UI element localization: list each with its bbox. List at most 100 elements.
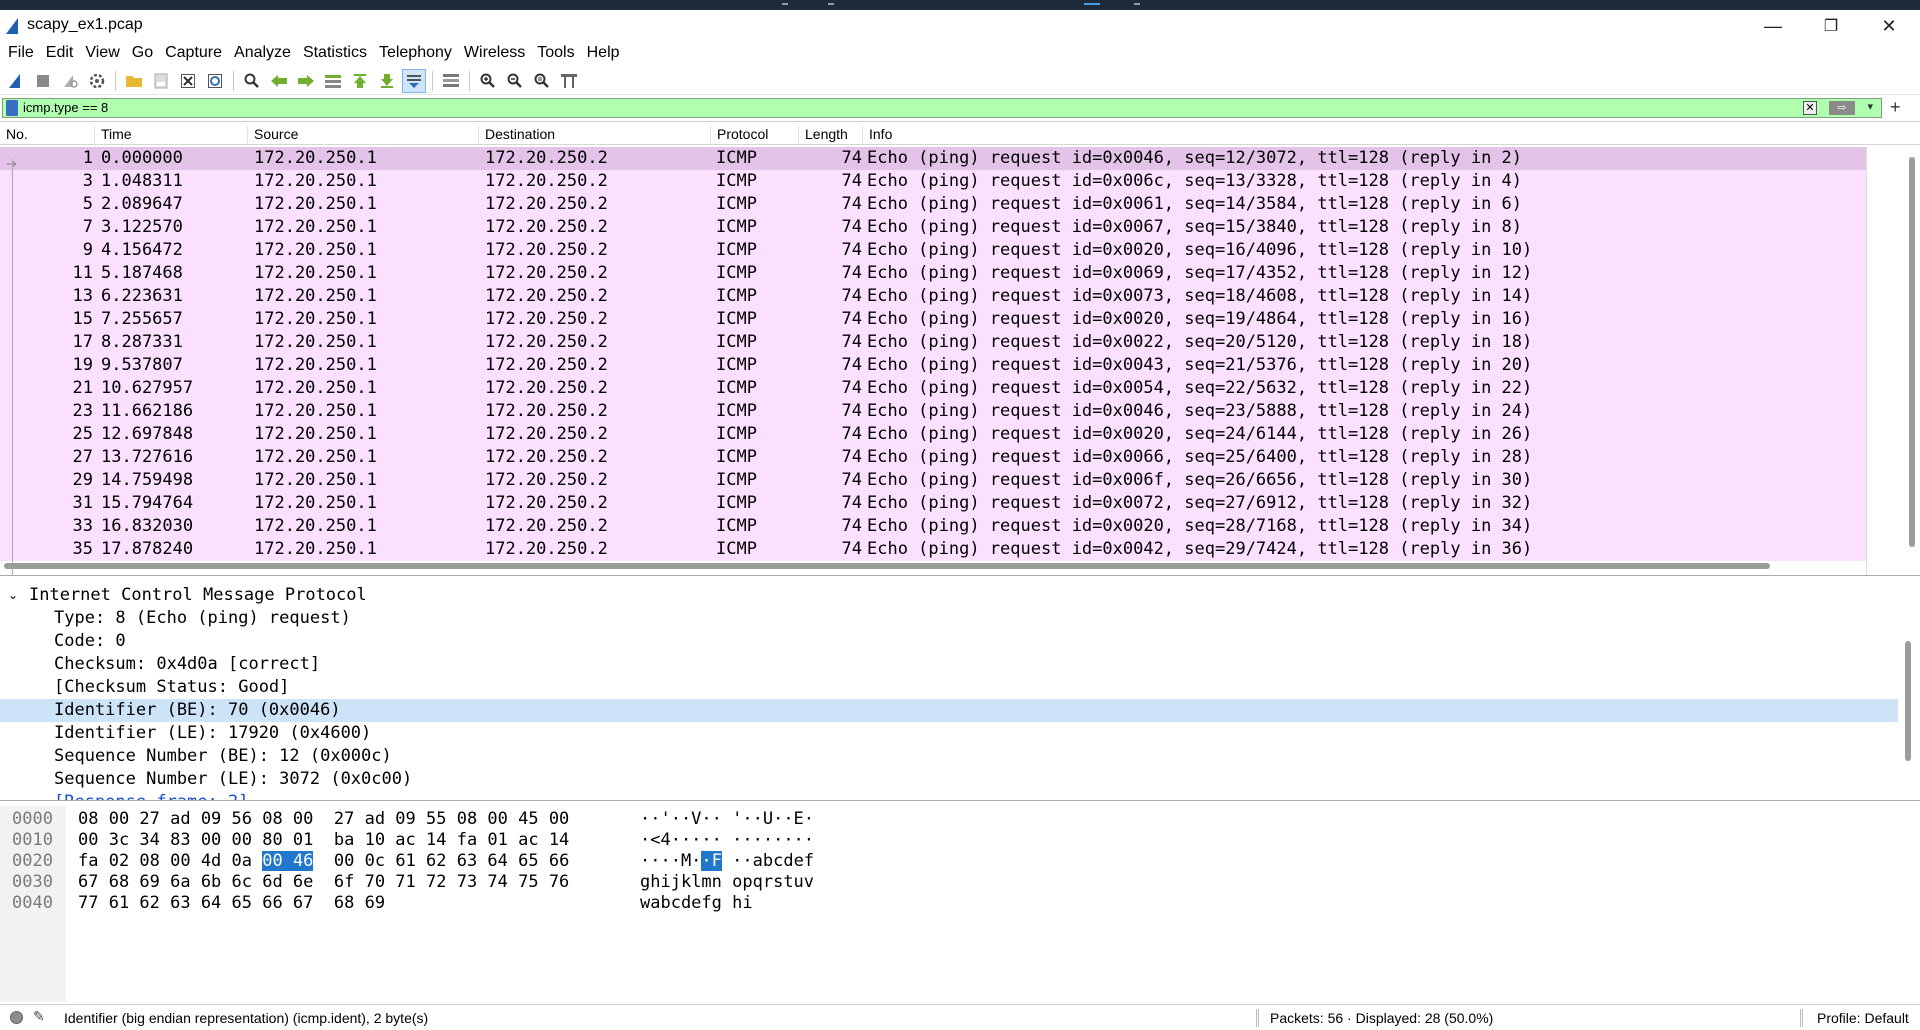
packet-row[interactable]: 17 8.287331 172.20.250.1 172.20.250.2 ICMP 74…: [0, 331, 1866, 354]
back-arrow-icon[interactable]: [267, 69, 291, 93]
cell-info: Echo (ping) request id=0x0073, seq=18/46…: [867, 286, 1533, 306]
packet-row[interactable]: 11 5.187468 172.20.250.1 172.20.250.2 ICMP 74…: [0, 262, 1866, 285]
byte-row[interactable]: 0020 fa 02 08 00 4d 0a 00 46 00 0c 61 62 …: [0, 851, 1000, 872]
packet-row[interactable]: 23 11.662186 172.20.250.1 172.20.250.2 ICMP 7…: [0, 400, 1866, 423]
cell-info: Echo (ping) request id=0x0020, seq=24/61…: [867, 424, 1533, 444]
column-header-protocol[interactable]: Protocol: [711, 126, 799, 144]
ascii-bytes-highlighted: ·F: [701, 851, 722, 871]
filter-history-dropdown-icon[interactable]: ▾: [1867, 100, 1873, 113]
hex-bytes: 77 61 62 63 64 65 66 67: [78, 893, 314, 913]
byte-row[interactable]: 0030 67 68 69 6a 6b 6c 6d 6e 6f 70 71 72 …: [0, 872, 1000, 893]
packet-row[interactable]: 9 4.156472 172.20.250.1 172.20.250.2 ICMP 74 E…: [0, 239, 1866, 262]
menu-file[interactable]: File: [2, 42, 40, 66]
packet-row-selected[interactable]: 1 0.000000 172.20.250.1 172.20.250.2 ICMP 74 E…: [0, 147, 1866, 170]
options-gear-icon[interactable]: [85, 69, 109, 93]
status-separator[interactable]: [1800, 1009, 1803, 1027]
cell-length: 74: [841, 516, 862, 536]
packet-list-vertical-scrollbar[interactable]: [1866, 147, 1920, 575]
menu-go[interactable]: Go: [126, 42, 159, 66]
resize-columns-icon[interactable]: [557, 69, 581, 93]
status-separator[interactable]: [1256, 1009, 1259, 1027]
close-button[interactable]: ✕: [1860, 10, 1918, 42]
menu-statistics[interactable]: Statistics: [297, 42, 373, 66]
menu-tools[interactable]: Tools: [531, 42, 580, 66]
detail-field[interactable]: Code: 0: [0, 630, 1898, 653]
details-scrollbar-thumb[interactable]: [1905, 641, 1911, 761]
packet-row[interactable]: 35 17.878240 172.20.250.1 172.20.250.2 ICMP 7…: [0, 538, 1866, 561]
column-header-destination[interactable]: Destination: [479, 126, 711, 144]
byte-row[interactable]: 0040 77 61 62 63 64 65 66 67 68 69 wabcdef…: [0, 893, 1000, 914]
byte-row[interactable]: 0010 00 3c 34 83 00 00 80 01 ba 10 ac 14 …: [0, 830, 1000, 851]
menu-help[interactable]: Help: [581, 42, 626, 66]
colorize-icon[interactable]: [439, 69, 463, 93]
status-profile[interactable]: Profile: Default: [1817, 1010, 1909, 1026]
detail-field[interactable]: Sequence Number (LE): 3072 (0x0c00): [0, 768, 1898, 791]
detail-field[interactable]: Type: 8 (Echo (ping) request): [0, 607, 1898, 630]
packet-row[interactable]: 27 13.727616 172.20.250.1 172.20.250.2 ICMP 7…: [0, 446, 1866, 469]
menu-capture[interactable]: Capture: [159, 42, 228, 66]
packet-row[interactable]: 19 9.537807 172.20.250.1 172.20.250.2 ICMP 74…: [0, 354, 1866, 377]
last-packet-icon[interactable]: [375, 69, 399, 93]
add-filter-button-icon[interactable]: +: [1890, 97, 1901, 118]
menu-edit[interactable]: Edit: [40, 42, 80, 66]
detail-field-selected[interactable]: Identifier (BE): 70 (0x0046): [0, 699, 1898, 722]
packet-row[interactable]: 5 2.089647 172.20.250.1 172.20.250.2 ICMP 74 E…: [0, 193, 1866, 216]
packet-row[interactable]: 21 10.627957 172.20.250.1 172.20.250.2 ICMP 7…: [0, 377, 1866, 400]
shark-fin-start-icon[interactable]: [4, 69, 28, 93]
zoom-out-icon[interactable]: [503, 69, 527, 93]
open-folder-icon[interactable]: [122, 69, 146, 93]
goto-packet-icon[interactable]: [321, 69, 345, 93]
scrollbar-thumb[interactable]: [1909, 157, 1915, 547]
restart-icon[interactable]: [58, 69, 82, 93]
menu-analyze[interactable]: Analyze: [228, 42, 297, 66]
packet-row[interactable]: 13 6.223631 172.20.250.1 172.20.250.2 ICMP 74…: [0, 285, 1866, 308]
packet-row[interactable]: 29 14.759498 172.20.250.1 172.20.250.2 ICMP 7…: [0, 469, 1866, 492]
save-icon[interactable]: [149, 69, 173, 93]
reload-icon[interactable]: [203, 69, 227, 93]
autoscroll-icon[interactable]: [402, 68, 426, 93]
column-header-info[interactable]: Info: [863, 126, 1866, 144]
forward-arrow-icon[interactable]: [294, 69, 318, 93]
packet-row[interactable]: 33 16.832030 172.20.250.1 172.20.250.2 ICMP 7…: [0, 515, 1866, 538]
packet-row[interactable]: 3 1.048311 172.20.250.1 172.20.250.2 ICMP 74 E…: [0, 170, 1866, 193]
find-icon[interactable]: [240, 69, 264, 93]
capture-comment-icon[interactable]: ✎: [33, 1008, 45, 1025]
cell-time: 12.697848: [101, 424, 194, 444]
menu-telephony[interactable]: Telephony: [373, 42, 458, 66]
detail-field[interactable]: Identifier (LE): 17920 (0x4600): [0, 722, 1898, 745]
display-filter-input[interactable]: icmp.type == 8: [23, 99, 108, 117]
clear-filter-icon[interactable]: ✕: [1803, 101, 1817, 115]
expert-info-led-icon[interactable]: [10, 1011, 23, 1024]
restore-button[interactable]: ❐: [1802, 10, 1860, 42]
cell-source: 172.20.250.1: [254, 470, 377, 490]
cell-info: Echo (ping) request id=0x0061, seq=14/35…: [867, 194, 1523, 214]
detail-field[interactable]: [Checksum Status: Good]: [0, 676, 1898, 699]
close-file-icon[interactable]: [176, 69, 200, 93]
packet-row[interactable]: 25 12.697848 172.20.250.1 172.20.250.2 ICMP 7…: [0, 423, 1866, 446]
first-packet-icon[interactable]: [348, 69, 372, 93]
column-header-source[interactable]: Source: [248, 126, 479, 144]
minimize-button[interactable]: —: [1744, 10, 1802, 42]
column-header-no[interactable]: No.: [0, 126, 95, 144]
cell-source: 172.20.250.1: [254, 355, 377, 375]
apply-filter-icon[interactable]: ⇨: [1829, 101, 1855, 115]
detail-field[interactable]: Checksum: 0x4d0a [correct]: [0, 653, 1898, 676]
stop-icon[interactable]: [31, 69, 55, 93]
packet-list-horizontal-scrollbar[interactable]: [4, 563, 1770, 569]
byte-row[interactable]: 0000 08 00 27 ad 09 56 08 00 27 ad 09 55 …: [0, 809, 1000, 830]
column-header-time[interactable]: Time: [95, 126, 248, 144]
detail-field[interactable]: [Response frame: 2]: [0, 791, 1898, 800]
column-header-length[interactable]: Length: [799, 126, 863, 144]
packet-row[interactable]: 31 15.794764 172.20.250.1 172.20.250.2 ICMP 7…: [0, 492, 1866, 515]
detail-tree-header[interactable]: ⌄ Internet Control Message Protocol: [0, 584, 1898, 607]
zoom-normal-icon[interactable]: [530, 69, 554, 93]
filter-bookmark-icon[interactable]: [6, 100, 18, 116]
packet-row[interactable]: 7 3.122570 172.20.250.1 172.20.250.2 ICMP 74 E…: [0, 216, 1866, 239]
menu-wireless[interactable]: Wireless: [458, 42, 531, 66]
packet-row[interactable]: 15 7.255657 172.20.250.1 172.20.250.2 ICMP 74…: [0, 308, 1866, 331]
cell-time: 14.759498: [101, 470, 194, 490]
expand-chevron-icon[interactable]: ⌄: [8, 584, 18, 607]
menu-view[interactable]: View: [79, 42, 125, 66]
zoom-in-icon[interactable]: [476, 69, 500, 93]
detail-field[interactable]: Sequence Number (BE): 12 (0x000c): [0, 745, 1898, 768]
